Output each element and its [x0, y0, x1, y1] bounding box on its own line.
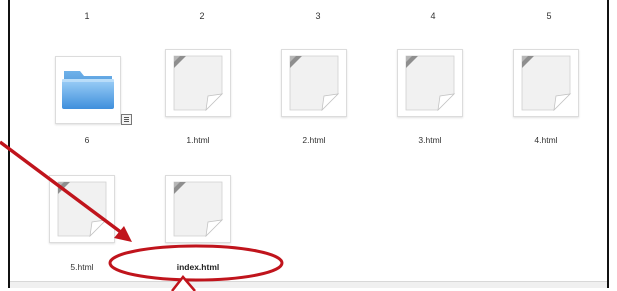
item-label-6: 6: [84, 135, 90, 145]
document-icon: [289, 55, 340, 112]
file-item-4-html[interactable]: [513, 49, 579, 117]
file-item-2-html[interactable]: [281, 49, 347, 117]
item-label-1-html: 1.html: [186, 135, 210, 145]
folder-item-6[interactable]: [55, 56, 121, 124]
column-header-5: 5: [546, 11, 552, 21]
file-item-1-html[interactable]: [165, 49, 231, 117]
document-icon: [173, 55, 224, 112]
item-label-4-html: 4.html: [534, 135, 558, 145]
column-header-1: 1: [84, 11, 90, 21]
column-header-4: 4: [430, 11, 436, 21]
column-header-2: 2: [199, 11, 205, 21]
file-item-3-html[interactable]: [397, 49, 463, 117]
document-icon: [521, 55, 572, 112]
file-item-5-html[interactable]: [49, 175, 115, 243]
item-label-5-html: 5.html: [70, 262, 94, 272]
screenshot-stage: 1 2 3 4 5 6 1.html 2.html 3.html 4.html …: [0, 0, 617, 291]
item-label-3-html: 3.html: [418, 135, 442, 145]
document-icon: [405, 55, 456, 112]
file-item-index-html[interactable]: [165, 175, 231, 243]
document-icon: [173, 181, 224, 238]
column-header-3: 3: [315, 11, 321, 21]
folder-icon: [62, 71, 114, 109]
item-label-2-html: 2.html: [302, 135, 326, 145]
file-grid-panel: 1 2 3 4 5 6 1.html 2.html 3.html 4.html …: [8, 0, 609, 288]
document-icon: [57, 181, 108, 238]
list-view-badge-icon: [121, 114, 132, 125]
item-label-index-html: index.html: [176, 262, 220, 272]
bottom-scroll-strip: [10, 281, 607, 288]
